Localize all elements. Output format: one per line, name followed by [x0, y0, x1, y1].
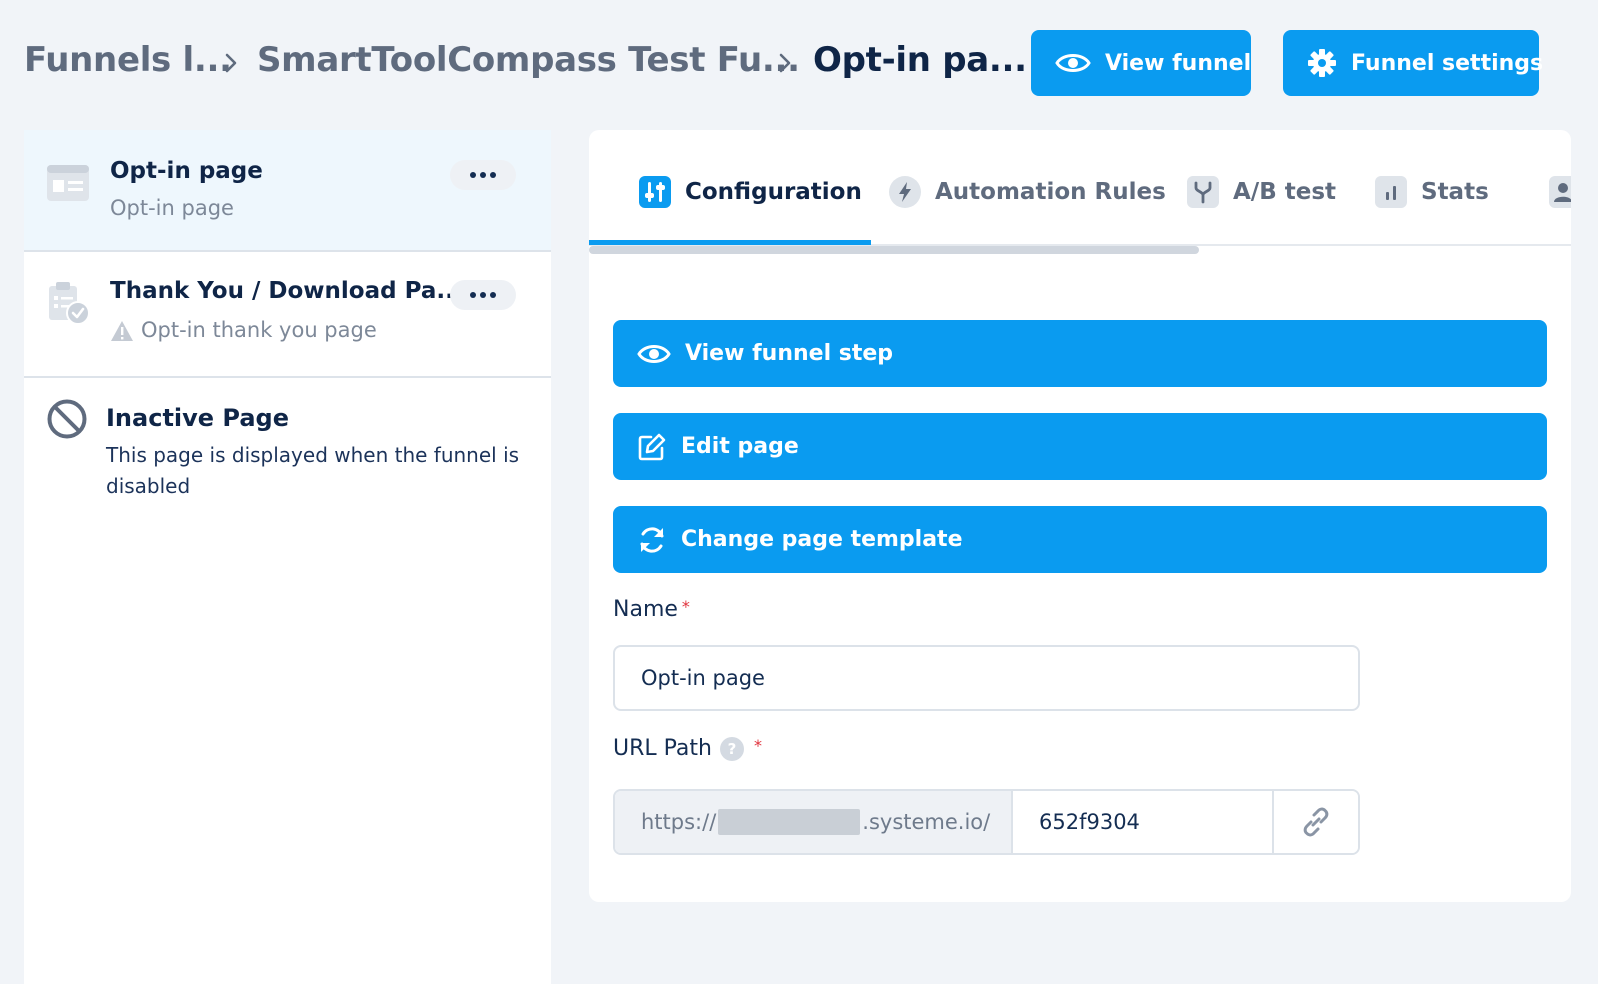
funnel-steps-sidebar: Opt-in page Opt-in page Thank You / Down…: [24, 130, 551, 984]
step-title: Opt-in page: [110, 158, 263, 184]
copy-link-button[interactable]: [1274, 791, 1358, 853]
tab-ab-test[interactable]: A/B test: [1187, 172, 1336, 212]
help-icon[interactable]: ?: [719, 737, 744, 761]
tab-label: Stats: [1421, 179, 1489, 205]
redacted-subdomain: [718, 809, 861, 835]
step-more-button[interactable]: [450, 280, 516, 310]
tab-label: Configuration: [685, 179, 862, 205]
link-icon: [1303, 807, 1329, 837]
tab-label: Automation Rules: [935, 179, 1166, 205]
bolt-icon: [889, 176, 921, 208]
user-icon: [1549, 176, 1571, 208]
step-item-thank-you[interactable]: Thank You / Download Pa... Opt-in thank …: [24, 252, 551, 378]
view-funnel-step-label: View funnel step: [685, 341, 894, 366]
tab-scrollbar[interactable]: [589, 246, 1199, 254]
inactive-page-title[interactable]: Inactive Page: [106, 404, 289, 432]
edit-icon: [638, 433, 666, 460]
step-subtitle: Opt-in page: [110, 196, 234, 220]
gear-icon: [1308, 49, 1336, 77]
tab-overflow[interactable]: [1549, 172, 1571, 212]
inactive-page-description: This page is displayed when the funnel i…: [106, 443, 520, 498]
tab-automation-rules[interactable]: Automation Rules: [889, 172, 1166, 212]
view-funnel-label: View funnel: [1105, 50, 1252, 76]
step-title: Thank You / Download Pa...: [110, 278, 463, 304]
step-subtitle: Opt-in thank you page: [141, 318, 377, 342]
name-input[interactable]: [613, 645, 1360, 711]
ban-icon: [47, 399, 87, 439]
eye-icon: [1055, 54, 1091, 72]
page-header: Funnels l... SmartToolCompass Test Fu...…: [24, 30, 1574, 96]
url-path-label: URL Path? *: [613, 736, 762, 761]
configuration-panel: Configuration Automation Rules A/B test …: [589, 130, 1571, 902]
url-path-field: https://.systeme.io/: [613, 789, 1360, 855]
required-mark: *: [681, 597, 690, 616]
clipboard-check-icon: [49, 282, 90, 325]
tab-label: A/B test: [1233, 179, 1337, 205]
sliders-icon: [639, 176, 671, 208]
divider: [24, 376, 551, 378]
change-page-template-button[interactable]: Change page template: [613, 506, 1547, 573]
page-layout-icon: [47, 165, 89, 201]
view-funnel-button[interactable]: View funnel: [1031, 30, 1251, 96]
breadcrumb-funnel[interactable]: SmartToolCompass Test Fu...: [257, 40, 800, 80]
tab-stats[interactable]: Stats: [1375, 172, 1489, 212]
chevron-right-icon: [225, 53, 237, 73]
warning-icon: [111, 321, 133, 341]
tab-bar: Configuration Automation Rules A/B test …: [589, 130, 1571, 246]
step-item-opt-in[interactable]: Opt-in page Opt-in page: [24, 130, 551, 252]
step-more-button[interactable]: [450, 160, 516, 190]
split-icon: [1187, 176, 1219, 208]
eye-icon: [637, 344, 671, 363]
edit-page-label: Edit page: [681, 434, 799, 459]
funnel-settings-button[interactable]: Funnel settings: [1283, 30, 1543, 96]
bar-chart-icon: [1375, 176, 1407, 208]
chevron-right-icon: [779, 53, 791, 73]
name-label: Name *: [613, 597, 690, 622]
breadcrumb-funnels[interactable]: Funnels l...: [24, 40, 232, 80]
refresh-icon: [640, 526, 664, 553]
required-mark: *: [753, 736, 762, 755]
active-tab-indicator: [589, 240, 871, 245]
url-prefix: https://.systeme.io/: [615, 791, 1013, 853]
tab-configuration[interactable]: Configuration: [639, 172, 862, 212]
view-funnel-step-button[interactable]: View funnel step: [613, 320, 1547, 387]
change-page-template-label: Change page template: [681, 527, 963, 552]
breadcrumb-current-page: Opt-in pa...: [813, 40, 1027, 80]
edit-page-button[interactable]: Edit page: [613, 413, 1547, 480]
funnel-settings-label: Funnel settings: [1351, 50, 1544, 76]
url-path-input[interactable]: [1013, 791, 1274, 853]
